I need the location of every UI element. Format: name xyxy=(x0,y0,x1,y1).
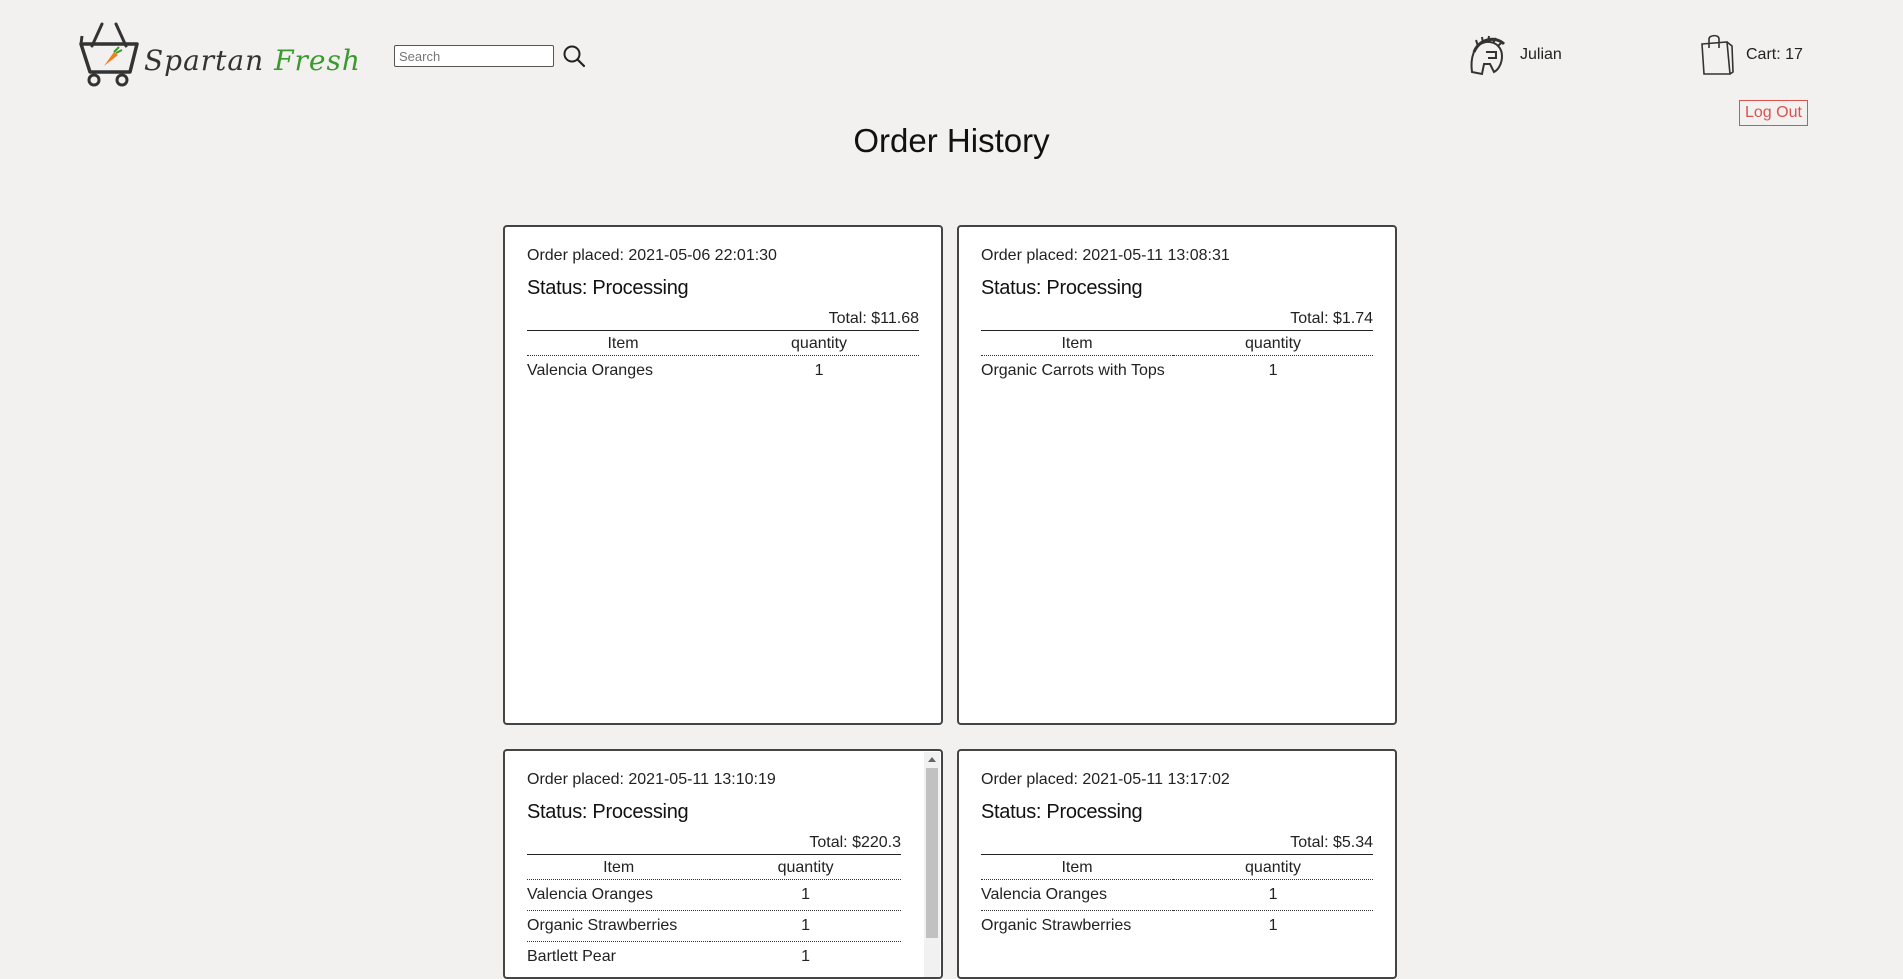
order-placed-date: Order placed: 2021-05-11 13:08:31 xyxy=(981,247,1230,264)
spartan-helmet-icon xyxy=(1470,35,1506,76)
table-row: Valencia Oranges 1 xyxy=(527,879,901,911)
order-placed-date: Order placed: 2021-05-11 13:10:19 xyxy=(527,771,776,788)
item-quantity: 1 xyxy=(710,910,901,942)
item-name: Organic Carrots with Tops xyxy=(981,362,1165,379)
order-total: Total: $5.34 xyxy=(981,834,1373,855)
item-name: Valencia Oranges xyxy=(527,879,711,911)
item-quantity: 1 xyxy=(1268,362,1278,379)
item-quantity: 1 xyxy=(1173,879,1373,911)
order-items-table: Item quantity Organic Carrots with Tops … xyxy=(981,331,1373,386)
order-placed-date: Order placed: 2021-05-11 13:17:02 xyxy=(981,771,1230,788)
table-row: Organic Strawberries 1 xyxy=(981,911,1373,942)
order-card: Order placed: 2021-05-11 13:17:02 Status… xyxy=(957,749,1397,979)
cart-basket-carrot-icon xyxy=(79,22,139,87)
scroll-up-arrow-icon[interactable] xyxy=(928,757,936,762)
item-quantity: 1 xyxy=(1268,917,1278,934)
search-bar xyxy=(394,44,586,68)
item-quantity: 1 xyxy=(801,948,811,965)
column-header-item: Item xyxy=(981,331,1174,356)
header: Spartan Fresh Julian Cart: 17 Log Out xyxy=(0,0,1903,126)
order-total: Total: $220.3 xyxy=(527,834,901,855)
search-input[interactable] xyxy=(394,45,554,67)
brand-name-part2: Fresh xyxy=(274,43,361,77)
brand-logo[interactable]: Spartan Fresh xyxy=(78,22,361,88)
order-status: Status: Processing xyxy=(527,277,689,299)
brand-name-part1: Spartan xyxy=(144,43,265,77)
table-row: Organic Strawberries 1 xyxy=(527,910,901,942)
order-total: Total: $1.74 xyxy=(981,310,1373,331)
column-header-item: Item xyxy=(527,331,720,356)
order-status: Status: Processing xyxy=(981,801,1143,823)
item-name: Bartlett Pear xyxy=(527,948,616,965)
column-header-item: Item xyxy=(527,855,711,880)
table-row: Valencia Oranges 1 xyxy=(981,879,1373,911)
item-quantity: 1 xyxy=(814,362,824,379)
order-card: Order placed: 2021-05-11 13:08:31 Status… xyxy=(957,225,1397,725)
order-placed-date: Order placed: 2021-05-06 22:01:30 xyxy=(527,247,777,264)
item-name: Valencia Oranges xyxy=(981,879,1174,911)
order-card: Order placed: 2021-05-06 22:01:30 Status… xyxy=(503,225,943,725)
item-name: Organic Strawberries xyxy=(527,910,711,942)
order-card: Order placed: 2021-05-11 13:10:19 Status… xyxy=(503,749,943,979)
order-items-table: Item quantity Valencia Oranges 1 xyxy=(527,331,919,386)
column-header-item: Item xyxy=(981,855,1174,880)
item-quantity: 1 xyxy=(710,879,901,911)
user-name: Julian xyxy=(1520,46,1562,63)
search-icon[interactable] xyxy=(562,44,586,68)
column-header-quantity: quantity xyxy=(719,331,919,356)
table-row: Valencia Oranges 1 xyxy=(527,356,919,387)
order-status: Status: Processing xyxy=(527,801,689,823)
order-status: Status: Processing xyxy=(981,277,1143,299)
order-total: Total: $11.68 xyxy=(527,310,919,331)
order-card-scrollbar[interactable] xyxy=(924,752,940,977)
cart-count: Cart: 17 xyxy=(1746,46,1803,63)
column-header-quantity: quantity xyxy=(1173,855,1373,880)
table-row: Bartlett Pear 1 xyxy=(527,942,901,973)
user-profile[interactable]: Julian xyxy=(1466,34,1562,76)
column-header-quantity: quantity xyxy=(1173,331,1373,356)
item-name: Organic Strawberries xyxy=(981,917,1132,934)
brand-name: Spartan Fresh xyxy=(144,44,361,77)
column-header-quantity: quantity xyxy=(710,855,901,880)
scrollbar-thumb[interactable] xyxy=(926,768,938,938)
order-items-table: Item quantity Valencia Oranges 1 Organic… xyxy=(981,855,1373,941)
cart-link[interactable]: Cart: 17 xyxy=(1700,34,1803,76)
table-row: Organic Carrots with Tops 1 xyxy=(981,356,1373,387)
page-title: Order History xyxy=(853,122,1050,159)
order-items-table: Item quantity Valencia Oranges 1 Organic… xyxy=(527,855,901,972)
shopping-bag-icon xyxy=(1701,34,1734,75)
item-name: Valencia Oranges xyxy=(527,362,653,379)
